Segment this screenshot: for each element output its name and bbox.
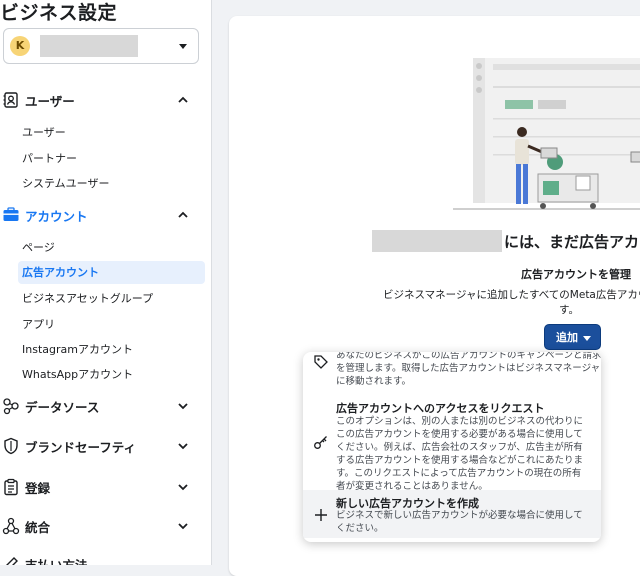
plus-icon [315,509,327,521]
sidebar-group-label: 支払い方法 [25,557,88,566]
chevron-up-icon[interactable] [177,209,189,221]
sidebar-group-payment-methods[interactable]: 支払い方法 [0,552,211,565]
sidebar-item-pages[interactable]: ページ [22,239,55,255]
sidebar-group-label: アカウント [25,208,88,224]
avatar: K [10,36,30,56]
chevron-down-icon[interactable] [177,440,189,452]
add-button-label: 追加 [556,331,578,344]
section-description: ビジネスマネージャに追加したすべてのMeta広告アカウ す。 [383,288,640,318]
caret-down-icon [179,44,187,49]
redacted-account-name [40,35,138,57]
add-button[interactable]: 追加 [544,324,601,350]
add-dropdown-menu: あなたのビジネスがこの広告アカウントのキャンペーンと請求 を管理します。取得した… [303,352,601,542]
menu-item-title: 広告アカウントへのアクセスをリクエスト [336,402,545,415]
sidebar-group-integrations[interactable]: 統合 [0,514,211,538]
chevron-down-icon[interactable] [177,481,189,493]
menu-item-description: このオプションは、別の人または別のビジネスの代わりにこの広告アカウントを使用する… [336,416,584,492]
menu-item-add-ad-account[interactable]: あなたのビジネスがこの広告アカウントのキャンペーンと請求 を管理します。取得した… [303,352,601,394]
business-account-selector[interactable]: K [3,28,199,64]
menu-desc-line: あなたのビジネスがこの広告アカウントのキャンペーンと請求 [336,352,601,361]
sidebar-item-business-asset-groups[interactable]: ビジネスアセットグループ [22,290,153,306]
empty-state-illustration [453,58,640,210]
sidebar: ビジネス設定 K ユーザー ユーザー パートナー システムユーザー アカウント … [0,0,212,565]
menu-item-request-access[interactable]: 広告アカウントへのアクセスをリクエスト このオプションは、別の人または別のビジネ… [303,396,601,492]
sidebar-item-instagram-accounts[interactable]: Instagramアカウント [22,341,133,357]
sidebar-group-label: データソース [25,399,100,415]
data-sources-icon [3,398,19,415]
sidebar-group-label: 登録 [25,480,51,496]
menu-desc-line: に移動されます。 [336,376,412,387]
chevron-down-icon[interactable] [177,400,189,412]
sidebar-group-brand-safety[interactable]: ブランドセーフティ [0,434,211,458]
menu-desc-line: を管理します。取得した広告アカウントはビジネスマネージャ [336,363,601,374]
shield-icon [4,437,18,455]
sidebar-group-accounts[interactable]: アカウント [0,203,211,227]
sidebar-group-registration[interactable]: 登録 [0,475,211,499]
briefcase-icon [3,207,19,221]
chevron-down-icon[interactable] [177,520,189,532]
page-title: ビジネス設定 [0,2,118,24]
sidebar-item-partners[interactable]: パートナー [22,150,77,166]
sidebar-item-system-users[interactable]: システムユーザー [22,175,109,191]
user-badge-icon [3,92,18,108]
sidebar-item-ad-accounts[interactable]: 広告アカウント [18,261,205,284]
menu-item-description: あなたのビジネスがこの広告アカウントのキャンペーンと請求 を管理します。取得した… [336,352,601,388]
sidebar-group-data-sources[interactable]: データソース [0,394,211,418]
integrations-icon [2,517,20,535]
menu-item-description: ビジネスで新しい広告アカウントが必要な場合に使用してください。 [336,510,583,534]
sidebar-item-users[interactable]: ユーザー [22,124,66,140]
sidebar-group-label: 統合 [25,519,51,535]
caret-down-icon [583,336,591,341]
chevron-up-icon[interactable] [177,94,189,106]
section-subheading: 広告アカウントを管理 [521,268,631,281]
tag-icon [314,355,328,369]
empty-state-title: には、まだ広告アカウン [504,233,640,251]
key-icon [314,436,327,449]
sidebar-group-users[interactable]: ユーザー [0,88,211,112]
sidebar-item-apps[interactable]: アプリ [22,316,55,332]
pencil-icon [6,557,18,565]
sidebar-group-label: ブランドセーフティ [25,439,137,455]
menu-item-create-ad-account[interactable]: 新しい広告アカウントを作成 ビジネスで新しい広告アカウントが必要な場合に使用して… [303,490,601,538]
redacted-business-name [372,230,502,252]
sidebar-group-label: ユーザー [25,93,75,109]
description-line: ビジネスマネージャに追加したすべてのMeta広告アカウ [383,289,640,301]
clipboard-icon [4,478,18,496]
description-line: す。 [559,304,579,316]
sidebar-item-whatsapp-accounts[interactable]: WhatsAppアカウント [22,366,133,382]
